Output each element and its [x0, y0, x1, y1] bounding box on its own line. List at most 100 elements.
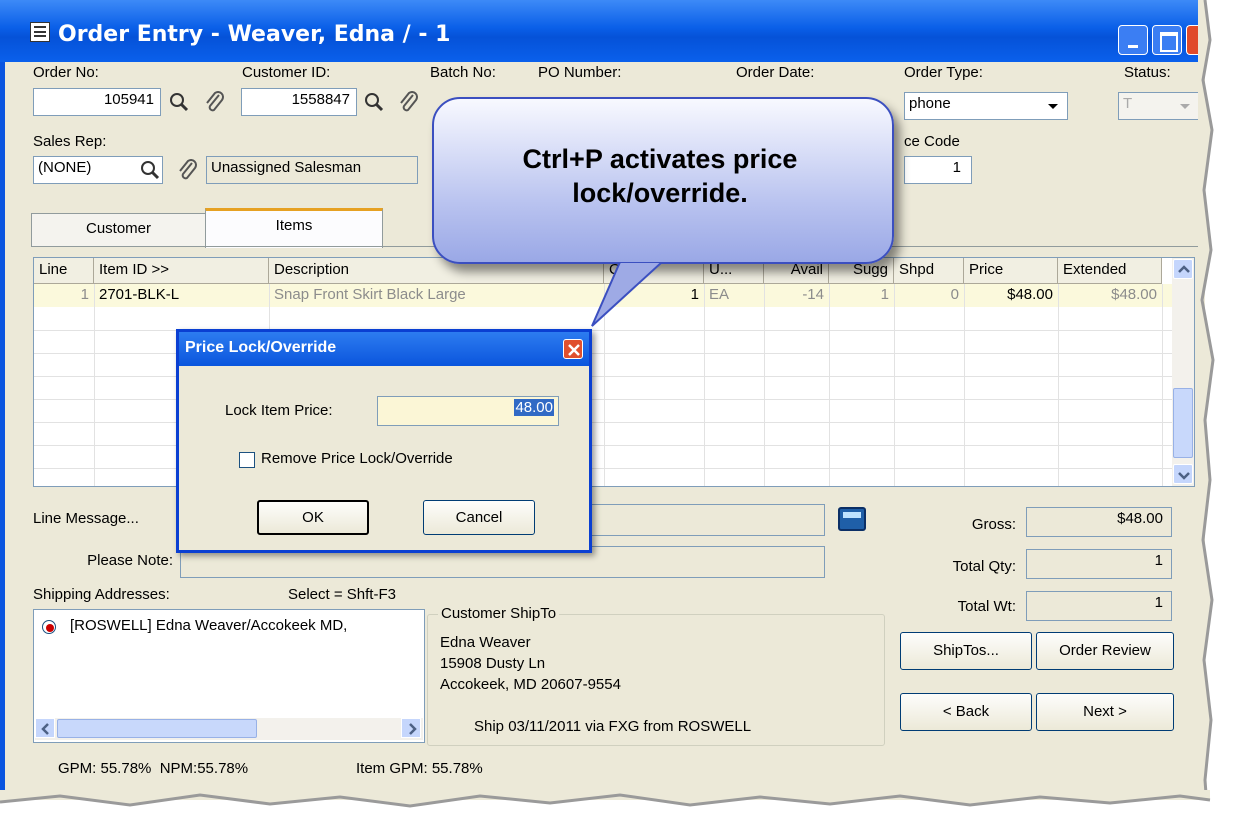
total-qty-value: 1	[1026, 549, 1172, 579]
table-cell-description[interactable]: Snap Front Skirt Black Large	[269, 284, 604, 307]
order-no-field[interactable]: 105941	[33, 88, 161, 116]
search-icon[interactable]	[138, 158, 162, 182]
remove-lock-label[interactable]: Remove Price Lock/Override	[261, 450, 453, 467]
price-code-label: ce Code	[904, 133, 960, 150]
price-lock-dialog: Price Lock/Override Lock Item Price: 48.…	[176, 329, 592, 553]
table-cell-price[interactable]: $48.00	[964, 284, 1058, 307]
po-number-label: PO Number:	[538, 64, 622, 81]
table-cell-item-id[interactable]: 2701-BLK-L	[94, 284, 269, 307]
paperclip-icon[interactable]	[202, 90, 226, 114]
torn-edge-right-shadow	[1198, 0, 1215, 821]
table-cell-unit[interactable]: EA	[704, 284, 764, 307]
table-cell-shpd[interactable]: 0	[894, 284, 964, 307]
please-note-label: Please Note:	[87, 552, 173, 569]
maximize-button[interactable]	[1152, 25, 1182, 55]
item-gpm-text: Item GPM: 55.78%	[356, 760, 483, 777]
grid-line	[1058, 284, 1059, 486]
ok-button[interactable]: OK	[257, 500, 369, 535]
ship-info: Ship 03/11/2011 via FXG from ROSWELL	[474, 718, 752, 735]
scroll-thumb[interactable]	[1173, 388, 1193, 458]
scroll-thumb[interactable]	[57, 719, 257, 738]
scroll-right-button[interactable]	[401, 718, 421, 738]
column-header-price[interactable]: Price	[964, 258, 1058, 284]
back-button[interactable]: < Back	[900, 693, 1032, 731]
cancel-button[interactable]: Cancel	[423, 500, 535, 535]
next-button[interactable]: Next >	[1036, 693, 1174, 731]
order-date-label: Order Date:	[736, 64, 815, 81]
table-cell-line[interactable]: 1	[34, 284, 94, 307]
remove-lock-checkbox[interactable]	[239, 452, 255, 468]
column-header-line[interactable]: Line	[34, 258, 94, 284]
lock-item-price-input[interactable]: 48.00	[377, 396, 559, 426]
customer-id-field[interactable]: 1558847	[241, 88, 357, 116]
column-header-shpd[interactable]: Shpd	[894, 258, 964, 284]
horizontal-scrollbar[interactable]	[35, 718, 423, 740]
search-icon[interactable]	[362, 90, 386, 114]
shipping-addresses-list[interactable]: [ROSWELL] Edna Weaver/Accokeek MD,	[33, 609, 425, 743]
tab-label: Customer	[85, 220, 152, 237]
app-icon	[30, 22, 50, 42]
order-type-value: phone	[909, 95, 951, 112]
gross-value: $48.00	[1026, 507, 1172, 537]
radio-selected-icon[interactable]	[42, 620, 56, 634]
tab-customer[interactable]: Customer	[31, 213, 206, 246]
tab-items[interactable]: Items	[205, 208, 383, 248]
grid-line	[704, 284, 705, 486]
order-review-button[interactable]: Order Review	[1036, 632, 1174, 670]
paperclip-icon[interactable]	[396, 90, 420, 114]
address-list-item[interactable]: [ROSWELL] Edna Weaver/Accokeek MD,	[70, 617, 347, 634]
grid-line	[94, 284, 95, 486]
torn-edge-bottom-shadow	[0, 790, 1211, 808]
lock-item-price-value: 48.00	[514, 399, 554, 416]
total-wt-value: 1	[1026, 591, 1172, 621]
sales-rep-label: Sales Rep:	[33, 133, 107, 150]
shiptos-button[interactable]: ShipTos...	[900, 632, 1032, 670]
lock-item-price-label: Lock Item Price:	[225, 402, 333, 419]
close-icon[interactable]	[563, 339, 583, 359]
window-title: Order Entry - Weaver, Edna / - 1	[58, 22, 451, 47]
shipto-group-label: Customer ShipTo	[438, 605, 560, 622]
shipto-street: 15908 Dusty Ln	[440, 655, 546, 672]
grid-line	[1162, 284, 1163, 486]
select-hint: Select = Shft-F3	[288, 586, 396, 603]
chevron-down-icon	[1174, 96, 1196, 116]
scroll-left-button[interactable]	[35, 718, 55, 738]
calculator-icon[interactable]	[838, 507, 866, 531]
minimize-button[interactable]	[1118, 25, 1148, 55]
status-label: Status:	[1124, 64, 1171, 81]
shipto-name: Edna Weaver	[440, 634, 531, 651]
chevron-down-icon[interactable]	[1042, 96, 1064, 116]
table-cell-extended[interactable]: $48.00	[1058, 284, 1162, 307]
tab-label: Items	[275, 217, 313, 234]
column-header-item-id[interactable]: Item ID >>	[94, 258, 269, 284]
sales-rep-name: Unassigned Salesman	[206, 156, 418, 184]
line-message-button[interactable]: Line Message...	[30, 504, 180, 536]
grid-line	[964, 284, 965, 486]
total-wt-label: Total Wt:	[957, 598, 1016, 615]
grid-line	[894, 284, 895, 486]
order-type-label: Order Type:	[904, 64, 983, 81]
search-icon[interactable]	[167, 90, 191, 114]
grid-line	[764, 284, 765, 486]
table-cell-avail[interactable]: -14	[764, 284, 829, 307]
shipto-city: Accokeek, MD 20607-9554	[440, 676, 621, 693]
column-header-extended[interactable]: Extended	[1058, 258, 1162, 284]
order-no-label: Order No:	[33, 64, 99, 81]
customer-id-label: Customer ID:	[242, 64, 331, 81]
shipping-addresses-label: Shipping Addresses:	[33, 586, 170, 603]
total-qty-label: Total Qty:	[952, 558, 1016, 575]
vertical-scrollbar[interactable]	[1172, 258, 1194, 486]
scroll-down-button[interactable]	[1173, 464, 1193, 484]
table-cell-sugg[interactable]: 1	[829, 284, 894, 307]
dialog-title: Price Lock/Override	[185, 339, 337, 356]
gross-label: Gross:	[971, 516, 1016, 533]
callout-pointer	[591, 262, 664, 327]
grid-line	[829, 284, 830, 486]
callout-text: Ctrl+P activates price lock/override.	[522, 144, 798, 208]
gpm-text: GPM: 55.78% NPM:55.78%	[58, 760, 249, 777]
price-code-field[interactable]: 1	[904, 156, 972, 184]
paperclip-icon[interactable]	[175, 158, 199, 182]
scroll-up-button[interactable]	[1173, 259, 1193, 279]
batch-no-label: Batch No:	[430, 64, 496, 81]
status-value: T	[1123, 95, 1133, 112]
